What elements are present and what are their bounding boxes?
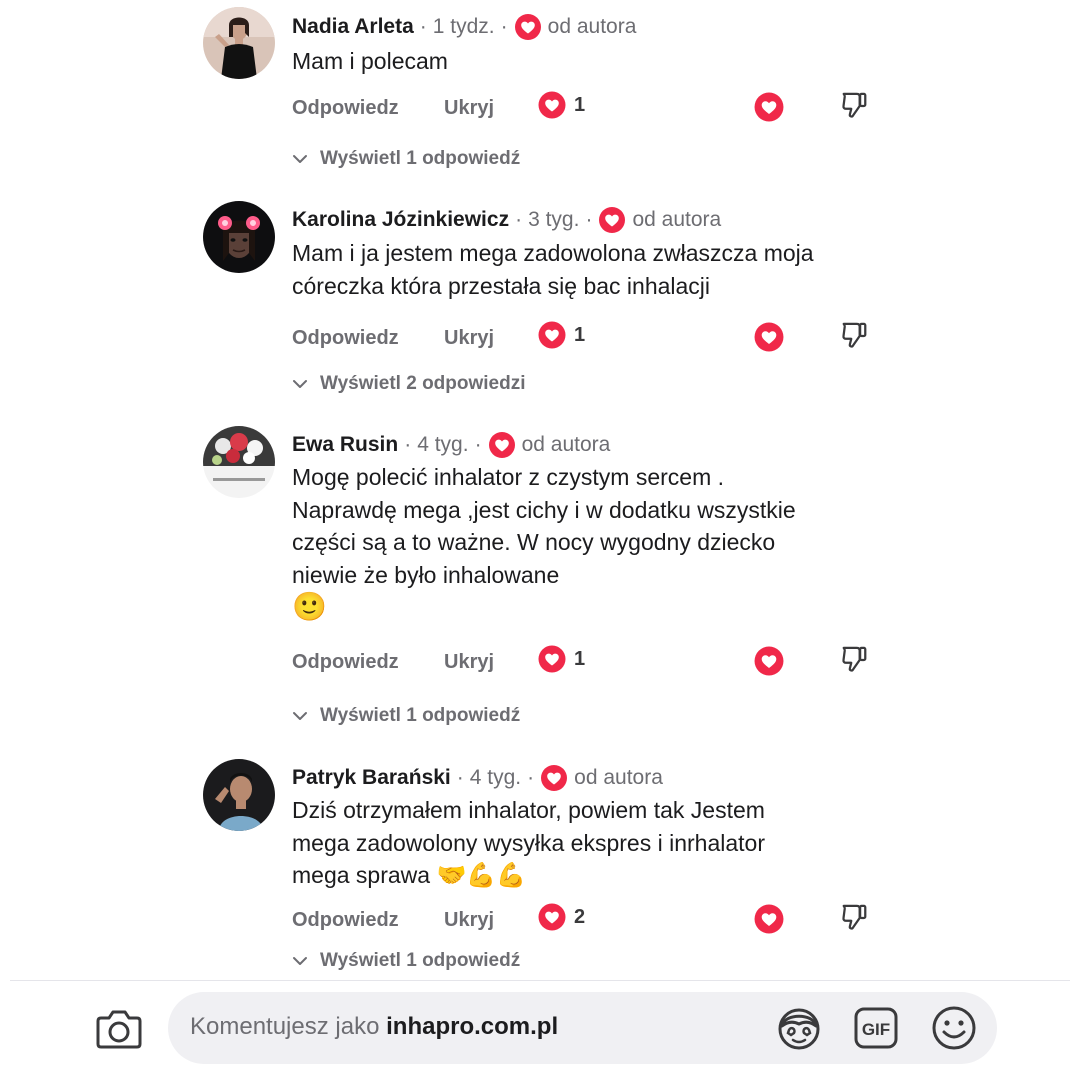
thumbs-down-icon[interactable]: [841, 321, 869, 351]
comment-text-content: Mam i polecam: [292, 48, 448, 74]
camera-icon[interactable]: [95, 1006, 143, 1050]
svg-text:GIF: GIF: [862, 1020, 890, 1039]
from-author-label: od autora: [632, 208, 722, 231]
author-heart-icon: [514, 13, 542, 41]
view-replies-label: Wyświetl 1 odpowiedź: [320, 148, 521, 169]
like-count-value: 1: [574, 647, 586, 670]
like-button-heart-icon[interactable]: [754, 904, 784, 934]
comment-actions: Odpowiedz Ukryj 1: [292, 91, 892, 125]
thumbs-down-icon[interactable]: [841, 903, 869, 933]
like-count-value: 1: [574, 323, 586, 346]
author-name[interactable]: Ewa Rusin: [292, 433, 398, 457]
view-replies-link[interactable]: Wyświetl 2 odpowiedzi: [292, 371, 526, 397]
author-name[interactable]: Karolina Józinkiewicz: [292, 208, 509, 232]
separator: ·: [404, 433, 412, 456]
like-count-value: 2: [574, 905, 586, 928]
comment-actions: Odpowiedz Ukryj 2: [292, 903, 892, 937]
like-count-value: 1: [574, 93, 586, 116]
hide-button[interactable]: Ukryj: [444, 651, 494, 674]
from-author-label: od autora: [574, 766, 663, 789]
page-name: inhapro.com.pl: [386, 1013, 559, 1040]
view-replies-label: Wyświetl 2 odpowiedzi: [320, 373, 526, 394]
avatar-sticker-icon[interactable]: [775, 1004, 823, 1052]
emoji-icon[interactable]: [930, 1004, 978, 1052]
view-replies-link[interactable]: Wyświetl 1 odpowiedź: [292, 146, 520, 172]
comment-text-content: Mogę polecić inhalator z czystym sercem …: [292, 464, 796, 588]
thumbs-down-icon[interactable]: [841, 645, 869, 675]
reply-button[interactable]: Odpowiedz: [292, 651, 399, 674]
comment-emoji: 🙂: [292, 590, 327, 623]
comment-actions: Odpowiedz Ukryj 1: [292, 645, 892, 679]
view-replies-link[interactable]: Wyświetl 1 odpowiedź: [292, 703, 520, 729]
comment-header: Karolina Józinkiewicz · 3 tyg. · od auto…: [292, 203, 721, 237]
comment-actions: Odpowiedz Ukryj 1: [292, 321, 892, 355]
timestamp[interactable]: 4 tyg.: [470, 766, 521, 790]
hide-button[interactable]: Ukryj: [444, 327, 494, 350]
comment-text: Mam i polecam: [292, 45, 852, 78]
author-heart-icon: [540, 764, 568, 792]
comment-emoji: 🤝💪💪: [436, 861, 527, 889]
chevron-down-icon: [292, 711, 308, 721]
hide-button[interactable]: Ukryj: [444, 97, 494, 120]
view-replies-label: Wyświetl 1 odpowiedź: [320, 705, 521, 726]
timestamp[interactable]: 4 tyg.: [417, 433, 468, 457]
heart-reaction-icon: [538, 903, 566, 931]
comment-header: Ewa Rusin · 4 tyg. · od autora: [292, 428, 610, 462]
comment-header: Patryk Barański · 4 tyg. · od autora: [292, 761, 663, 795]
like-button-heart-icon[interactable]: [754, 646, 784, 676]
gif-icon[interactable]: GIF: [853, 1006, 899, 1050]
comment-header: Nadia Arleta · 1 tydz. · od autora: [292, 10, 636, 44]
from-author-label: od autora: [521, 433, 611, 456]
separator: ·: [456, 766, 464, 789]
girl-with-flower-ears-avatar-icon: [203, 201, 275, 273]
like-count[interactable]: 1: [538, 91, 585, 119]
timestamp[interactable]: 3 tyg.: [528, 208, 579, 232]
avatar[interactable]: [203, 759, 275, 831]
author-name[interactable]: Patryk Barański: [292, 766, 451, 790]
view-replies-link[interactable]: Wyświetl 1 odpowiedź: [292, 948, 520, 974]
comment-text: Mam i ja jestem mega zadowolona zwłaszcz…: [292, 237, 822, 302]
like-count[interactable]: 2: [538, 903, 585, 931]
chevron-down-icon: [292, 956, 308, 966]
flowers-bouquet-avatar-icon: [203, 426, 275, 498]
chevron-down-icon: [292, 379, 308, 389]
author-name[interactable]: Nadia Arleta: [292, 15, 414, 39]
man-portrait-avatar-icon: [203, 759, 275, 831]
comment-text-content: Dziś otrzymałem inhalator, powiem tak Je…: [292, 797, 765, 888]
hide-button[interactable]: Ukryj: [444, 909, 494, 932]
heart-reaction-icon: [538, 645, 566, 673]
separator: ·: [474, 433, 482, 456]
avatar[interactable]: [203, 201, 275, 273]
from-author-label: od autora: [547, 15, 637, 38]
reply-button[interactable]: Odpowiedz: [292, 909, 399, 932]
comment-text: Dziś otrzymałem inhalator, powiem tak Je…: [292, 794, 802, 892]
separator: ·: [585, 208, 593, 231]
comment-text-content: Mam i ja jestem mega zadowolona zwłaszcz…: [292, 240, 814, 299]
separator: ·: [500, 15, 508, 38]
heart-reaction-icon: [538, 321, 566, 349]
separator: ·: [419, 15, 427, 38]
comment-text: Mogę polecić inhalator z czystym sercem …: [292, 461, 802, 625]
like-button-heart-icon[interactable]: [754, 322, 784, 352]
woman-black-dress-avatar-icon: [203, 7, 275, 79]
avatar[interactable]: [203, 426, 275, 498]
view-replies-label: Wyświetl 1 odpowiedź: [320, 950, 521, 971]
heart-reaction-icon: [538, 91, 566, 119]
like-count[interactable]: 1: [538, 321, 585, 349]
like-button-heart-icon[interactable]: [754, 92, 784, 122]
comment-input-placeholder[interactable]: Komentujesz jako inhapro.com.pl: [190, 1013, 558, 1041]
author-heart-icon: [598, 206, 626, 234]
separator: ·: [515, 208, 523, 231]
author-heart-icon: [488, 431, 516, 459]
reply-button[interactable]: Odpowiedz: [292, 97, 399, 120]
chevron-down-icon: [292, 154, 308, 164]
separator: ·: [527, 766, 535, 789]
timestamp[interactable]: 1 tydz.: [433, 15, 495, 39]
commenting-as-label: Komentujesz jako: [190, 1013, 380, 1040]
thumbs-down-icon[interactable]: [841, 91, 869, 121]
like-count[interactable]: 1: [538, 645, 585, 673]
avatar[interactable]: [203, 7, 275, 79]
reply-button[interactable]: Odpowiedz: [292, 327, 399, 350]
